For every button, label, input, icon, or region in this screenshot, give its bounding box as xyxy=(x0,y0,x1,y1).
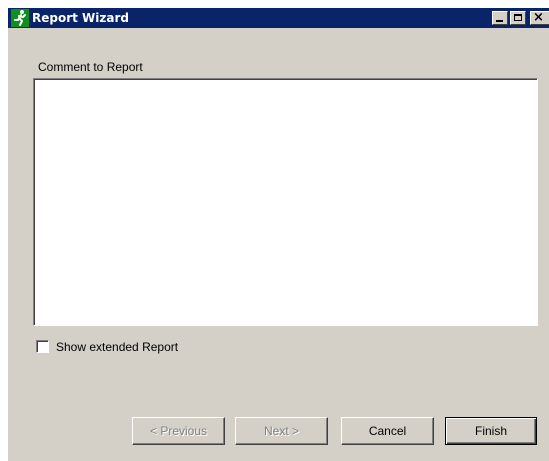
next-button[interactable]: Next > xyxy=(235,417,328,445)
show-extended-report-checkbox[interactable] xyxy=(36,340,49,353)
cancel-button[interactable]: Cancel xyxy=(341,417,434,445)
comment-textarea[interactable] xyxy=(33,78,538,326)
minimize-icon xyxy=(496,20,503,22)
previous-button[interactable]: < Previous xyxy=(132,417,225,445)
show-extended-report-label[interactable]: Show extended Report xyxy=(56,340,178,354)
report-wizard-window: Report Wizard × Comment to Report Show e… xyxy=(8,8,549,461)
comment-label: Comment to Report xyxy=(38,60,143,74)
close-icon: × xyxy=(533,10,544,25)
running-man-icon xyxy=(11,9,29,27)
maximize-icon xyxy=(514,14,522,21)
title-bar[interactable]: Report Wizard × xyxy=(8,8,549,28)
minimize-button[interactable] xyxy=(492,11,508,25)
window-title: Report Wizard xyxy=(32,11,129,25)
finish-button[interactable]: Finish xyxy=(445,417,537,445)
maximize-button[interactable] xyxy=(510,11,526,25)
close-button[interactable]: × xyxy=(530,10,549,25)
